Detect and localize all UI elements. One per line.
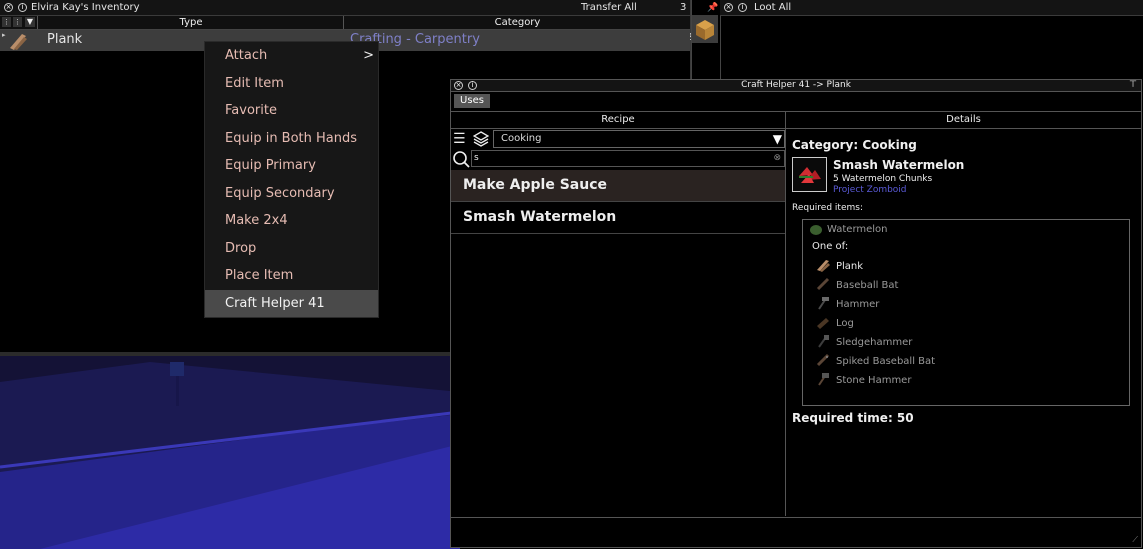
transfer-all-button[interactable]: Transfer All	[581, 0, 637, 15]
details-category: Category: Cooking	[792, 138, 917, 152]
menu-item-equip-secondary[interactable]: Equip Secondary	[205, 180, 378, 208]
menu-item-label: Favorite	[225, 103, 277, 118]
details-header: Details	[786, 111, 1141, 129]
menu-item-attach[interactable]: Attach >	[205, 42, 378, 70]
hammer-icon	[818, 297, 829, 310]
result-item-box	[792, 157, 827, 192]
collapse-window-icon[interactable]: ⊤	[1129, 80, 1137, 91]
menu-item-label: Equip Primary	[225, 158, 316, 173]
sledgehammer-icon	[818, 335, 829, 348]
resize-grip-icon[interactable]: ⟋	[1132, 535, 1138, 545]
craft-helper-window: × i Craft Helper 41 -> Plank ⊤ Uses Reci…	[450, 79, 1142, 548]
plank-icon	[817, 260, 830, 272]
tool-item: Spiked Baseball Bat	[836, 356, 936, 367]
container-button[interactable]	[692, 15, 718, 43]
submenu-arrow-icon: >	[363, 48, 374, 63]
inventory-title: Elvira Kay's Inventory	[31, 2, 140, 13]
recipe-list: Make Apple Sauce Smash Watermelon	[451, 170, 785, 234]
menu-item-label: Equip in Both Hands	[225, 130, 358, 146]
chevron-down-icon: ▼	[772, 132, 782, 146]
filter-icon[interactable]: ▼	[25, 17, 35, 27]
details-recipe-name: Smash Watermelon	[833, 158, 965, 172]
game-world-view[interactable]	[0, 352, 460, 549]
watermelon-chunks-icon	[799, 167, 821, 183]
menu-item-label: Attach	[225, 48, 268, 63]
tool-item: Stone Hammer	[836, 375, 912, 386]
loot-close-icon[interactable]: ×	[724, 3, 733, 12]
required-time: Required time: 50	[792, 411, 914, 425]
log-icon	[817, 318, 829, 329]
spiked-baseball-bat-icon	[816, 353, 830, 367]
watermelon-icon	[810, 225, 822, 235]
category-select-value: Cooking	[501, 133, 542, 144]
craft-helper-footer: ⟋	[451, 517, 1141, 547]
required-items-box: Watermelon One of: Plank Baseball Bat Ha…	[802, 219, 1130, 406]
menu-item-edit-item[interactable]: Edit Item	[205, 70, 378, 98]
clear-search-icon[interactable]: ⊗	[773, 151, 781, 166]
inventory-column-header: ⋮ ⋮ ▼ Type Category	[0, 16, 690, 30]
menu-item-label: Craft Helper 41	[225, 295, 325, 311]
menu-item-place-item[interactable]: Place Item	[205, 262, 378, 290]
menu-item-craft-helper[interactable]: Craft Helper 41	[205, 289, 378, 317]
tool-item: Plank	[836, 261, 864, 272]
layers-icon[interactable]	[473, 131, 489, 147]
column-category[interactable]: Category	[343, 16, 691, 29]
search-input-value: s	[474, 153, 479, 163]
tool-item: Log	[836, 318, 854, 329]
recipe-item[interactable]: Smash Watermelon	[451, 202, 785, 234]
craft-helper-titlebar[interactable]: × i Craft Helper 41 -> Plank ⊤	[451, 80, 1141, 92]
plank-icon	[10, 34, 27, 50]
required-item: Watermelon	[827, 224, 888, 235]
list-view-icon[interactable]: ☰	[453, 131, 466, 147]
recipe-pane: ☰ Cooking ▼ s ⊗ Make Apple Sauce Smash W…	[451, 128, 786, 516]
context-menu: Attach > Edit Item Favorite Equip in Bot…	[204, 41, 379, 318]
tool-item: Sledgehammer	[836, 337, 913, 348]
category-select[interactable]: Cooking ▼	[493, 130, 785, 148]
close-icon[interactable]: ×	[4, 3, 13, 12]
details-result: 5 Watermelon Chunks	[833, 174, 933, 184]
menu-item-favorite[interactable]: Favorite	[205, 97, 378, 125]
one-of-label: One of:	[812, 241, 849, 252]
tab-uses[interactable]: Uses	[454, 94, 490, 108]
menu-item-label: Place Item	[225, 268, 294, 283]
row-expand-icon[interactable]: ▸	[2, 31, 6, 39]
menu-item-make-2x4[interactable]: Make 2x4	[205, 207, 378, 235]
loot-titlebar[interactable]: × i Loot All	[720, 0, 1143, 16]
menu-item-equip-both-hands[interactable]: Equip in Both Hands	[205, 125, 378, 153]
stone-hammer-icon	[818, 373, 829, 386]
world-divider	[0, 352, 460, 356]
column-type[interactable]: Type	[37, 16, 344, 29]
collapse-icon[interactable]: ⋮	[2, 17, 11, 27]
details-pane: Category: Cooking Smash Watermelon 5 Wat…	[786, 128, 1141, 516]
menu-item-equip-primary[interactable]: Equip Primary	[205, 152, 378, 180]
tool-item: Hammer	[836, 299, 880, 310]
menu-item-label: Drop	[225, 240, 257, 256]
required-items-label: Required items:	[792, 203, 863, 213]
menu-item-label: Edit Item	[225, 75, 284, 91]
search-input[interactable]: s ⊗	[471, 150, 785, 167]
menu-item-drop[interactable]: Drop	[205, 235, 378, 263]
inventory-titlebar[interactable]: × i Elvira Kay's Inventory Transfer All …	[0, 0, 693, 43]
craft-helper-title: Craft Helper 41 -> Plank	[741, 80, 851, 90]
menu-item-label: Equip Secondary	[225, 185, 335, 201]
expand-icon[interactable]: ⋮	[13, 17, 22, 27]
loot-all-button[interactable]: Loot All	[754, 0, 791, 15]
pin-icon[interactable]: 📌	[707, 4, 718, 13]
loot-info-icon[interactable]: i	[738, 3, 747, 12]
baseball-bat-icon	[816, 277, 830, 291]
recipe-item[interactable]: Make Apple Sauce	[451, 170, 785, 202]
search-icon	[453, 151, 470, 168]
tool-item: Baseball Bat	[836, 280, 899, 291]
info-icon[interactable]: i	[18, 3, 27, 12]
recipe-header: Recipe	[451, 111, 786, 129]
item-name: Plank	[47, 32, 83, 47]
menu-item-label: Make 2x4	[225, 213, 288, 228]
details-source-link[interactable]: Project Zomboid	[833, 185, 907, 195]
crate-icon	[696, 20, 714, 40]
